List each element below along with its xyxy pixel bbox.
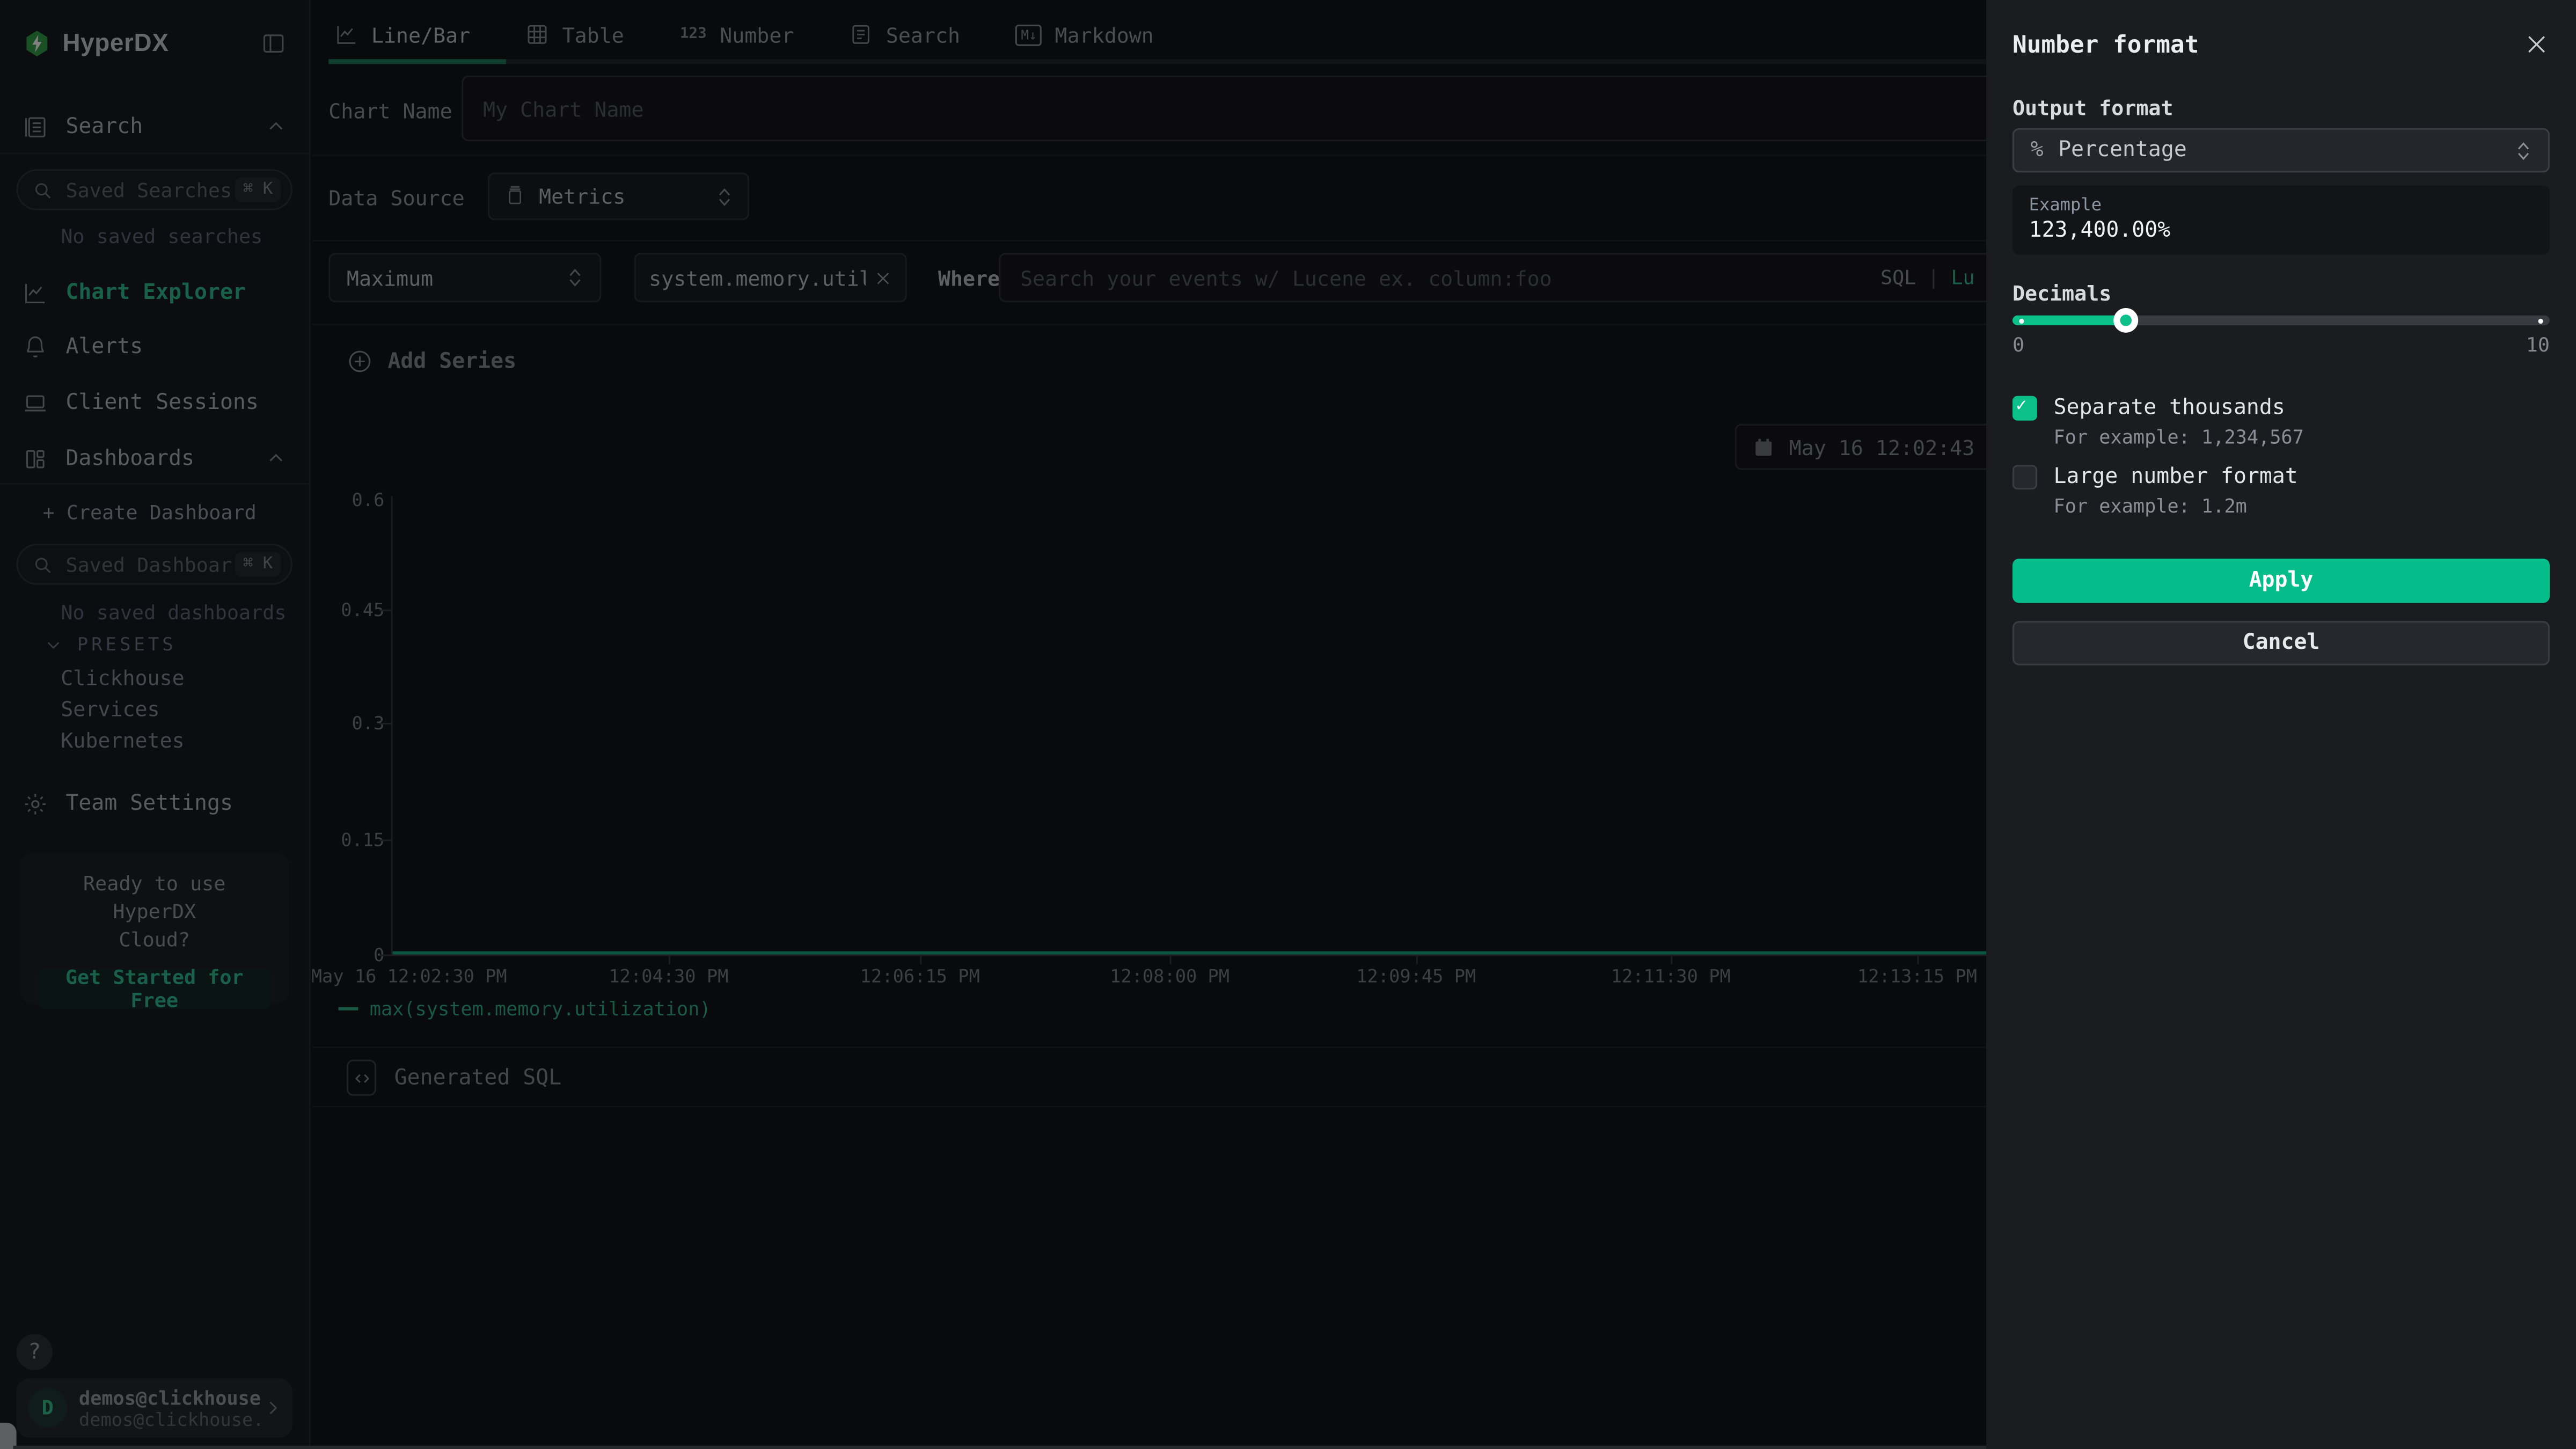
slider-max-dot (2538, 318, 2543, 323)
example-value: 123,400.00% (2029, 218, 2534, 243)
output-format-value: Percentage (2058, 138, 2187, 163)
app-window: HyperDX Search ⌘ K No saved searches (0, 0, 2576, 1449)
percent-icon: % (2031, 138, 2044, 163)
number-format-panel: Number format Output format % Percentage… (1986, 0, 2576, 1449)
separate-thousands-hint: For example: 1,234,567 (2054, 426, 2304, 449)
separate-thousands-label: Separate thousands (2054, 396, 2285, 421)
slider-thumb[interactable] (2113, 308, 2138, 333)
separate-thousands-checkbox[interactable] (2012, 396, 2037, 421)
large-number-label: Large number format (2054, 465, 2298, 489)
slider-min-label: 0 (2012, 333, 2024, 356)
decimals-slider[interactable] (2012, 316, 2550, 325)
cancel-button[interactable]: Cancel (2012, 621, 2550, 665)
panel-title: Number format (2012, 33, 2199, 59)
example-box: Example 123,400.00% (2012, 186, 2550, 255)
output-format-label: Output format (2012, 96, 2174, 120)
large-number-row[interactable]: Large number format (2012, 465, 2298, 489)
select-chevrons-icon (2515, 141, 2532, 160)
example-label: Example (2029, 195, 2534, 215)
close-icon[interactable] (2523, 31, 2550, 57)
slider-max-label: 10 (2526, 333, 2550, 356)
apply-button[interactable]: Apply (2012, 559, 2550, 603)
separate-thousands-row[interactable]: Separate thousands (2012, 396, 2285, 421)
large-number-hint: For example: 1.2m (2054, 494, 2247, 517)
decimals-label: Decimals (2012, 281, 2111, 305)
output-format-select[interactable]: % Percentage (2012, 128, 2550, 173)
slider-fill (2012, 316, 2125, 325)
large-number-checkbox[interactable] (2012, 465, 2037, 489)
